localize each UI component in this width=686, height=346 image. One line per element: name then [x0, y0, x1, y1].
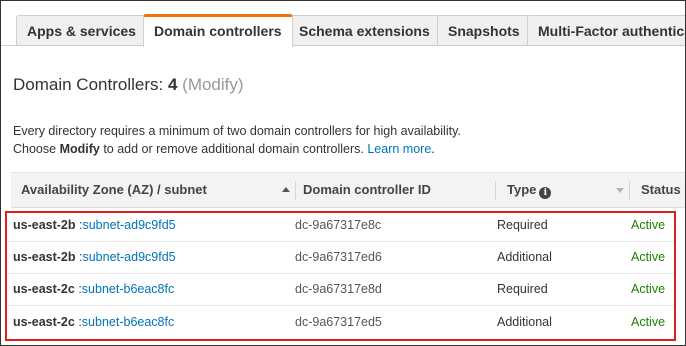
az-subnet-cell: us-east-2c :subnet-b6eac8fc: [13, 307, 174, 338]
info-circle-icon[interactable]: i: [539, 187, 552, 199]
controller-count: 4: [167, 75, 178, 94]
status-badge: Active: [631, 250, 666, 264]
domain-controller-id: dc-9a67317e8d: [295, 282, 382, 296]
subnet-link[interactable]: subnet-ad9c9fd5: [82, 250, 175, 264]
domain-controller-id: dc-9a67317e8c: [295, 218, 382, 232]
table-row: us-east-2b :subnet-ad9c9fd5 dc-9a67317e8…: [5, 210, 675, 242]
az-separator: :: [74, 315, 82, 329]
az-separator: :: [74, 282, 82, 296]
availability-zone: us-east-2b: [13, 218, 76, 232]
column-header-type[interactable]: Type i: [507, 173, 552, 207]
controller-type: Additional: [497, 250, 552, 264]
sort-ascending-icon[interactable]: [282, 187, 290, 192]
description: Every directory requires a minimum of tw…: [13, 122, 461, 158]
controller-type: Required: [497, 282, 548, 296]
modify-link[interactable]: Modify: [188, 75, 238, 94]
description-line-2: Choose Modify to add or remove additiona…: [13, 140, 461, 158]
column-divider: [629, 181, 630, 200]
sort-descending-icon[interactable]: [616, 188, 624, 193]
controller-type: Required: [497, 218, 548, 232]
az-subnet-cell: us-east-2c :subnet-b6eac8fc: [13, 274, 174, 305]
desc-suffix: to add or remove additional domain contr…: [99, 142, 368, 156]
availability-zone: us-east-2c: [13, 315, 75, 329]
subnet-link[interactable]: subnet-ad9c9fd5: [82, 218, 175, 232]
heading-label: Domain Controllers:: [13, 75, 168, 94]
availability-zone: us-east-2c: [13, 282, 75, 296]
tab-schema-extensions[interactable]: Schema extensions: [288, 15, 441, 46]
status-badge: Active: [631, 218, 666, 232]
az-subnet-cell: us-east-2b :subnet-ad9c9fd5: [13, 210, 176, 241]
close-paren: ): [237, 75, 244, 94]
desc-prefix: Choose: [13, 142, 60, 156]
status-badge: Active: [631, 315, 666, 329]
type-label: Type: [507, 182, 537, 197]
subnet-link[interactable]: subnet-b6eac8fc: [82, 282, 174, 296]
description-line-1: Every directory requires a minimum of tw…: [13, 124, 461, 138]
table-header: Availability Zone (AZ) / subnet Domain c…: [11, 172, 685, 208]
table-row: us-east-2c :subnet-b6eac8fc dc-9a67317e8…: [5, 274, 675, 306]
domain-controller-id: dc-9a67317ed5: [295, 315, 382, 329]
domain-controller-id: dc-9a67317ed6: [295, 250, 382, 264]
column-divider: [295, 181, 296, 200]
controller-type: Additional: [497, 315, 552, 329]
column-header-az-subnet[interactable]: Availability Zone (AZ) / subnet: [21, 173, 207, 207]
tab-apps-services[interactable]: Apps & services: [16, 15, 147, 46]
tab-multi-factor-authentication[interactable]: Multi-Factor authenticat: [527, 15, 685, 46]
column-divider: [495, 181, 496, 200]
tab-bar: Apps & services Domain controllers Schem…: [1, 1, 685, 47]
column-header-status[interactable]: Status: [641, 173, 681, 207]
availability-zone: us-east-2b: [13, 250, 76, 264]
table-row: us-east-2c :subnet-b6eac8fc dc-9a67317ed…: [5, 307, 675, 339]
tab-domain-controllers[interactable]: Domain controllers: [143, 14, 293, 47]
az-subnet-cell: us-east-2b :subnet-ad9c9fd5: [13, 242, 176, 273]
open-paren: (: [177, 75, 188, 94]
desc-modify-bold: Modify: [59, 142, 100, 156]
column-header-dc-id[interactable]: Domain controller ID: [303, 173, 431, 207]
status-badge: Active: [631, 282, 666, 296]
desc-end: .: [431, 142, 435, 156]
domain-controllers-panel: Apps & services Domain controllers Schem…: [0, 0, 686, 346]
learn-more-link[interactable]: Learn more: [367, 142, 431, 156]
subnet-link[interactable]: subnet-b6eac8fc: [82, 315, 174, 329]
table-row: us-east-2b :subnet-ad9c9fd5 dc-9a67317ed…: [5, 242, 675, 274]
tab-snapshots[interactable]: Snapshots: [437, 15, 531, 46]
page-title: Domain Controllers: 4 (Modify): [13, 75, 244, 95]
